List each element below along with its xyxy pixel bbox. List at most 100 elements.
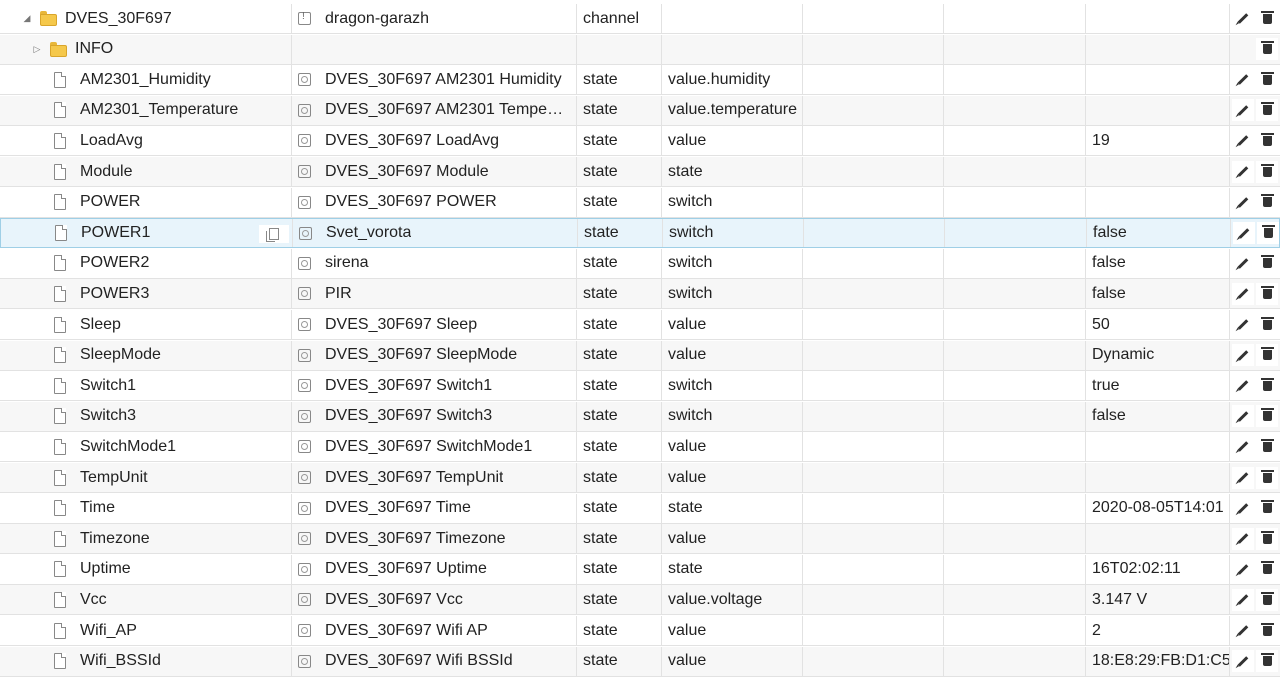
table-row[interactable]: TempUnit DVES_30F697 TempUnit state value (0, 463, 1280, 493)
delete-button[interactable] (1256, 650, 1278, 673)
title-cell (292, 34, 577, 64)
delete-button[interactable] (1256, 466, 1278, 489)
table-row[interactable]: AM2301_Humidity DVES_30F697 AM2301 Humidi… (0, 65, 1280, 96)
table-row[interactable]: SwitchMode1 DVES_30F697 SwitchMode1 state v… (0, 432, 1280, 463)
delete-button[interactable] (1256, 619, 1278, 642)
edit-button[interactable] (1232, 252, 1254, 275)
delete-button[interactable] (1256, 282, 1278, 305)
delete-button[interactable] (1256, 435, 1278, 458)
table-row[interactable]: Switch3 DVES_30F697 Switch3 state switch fal… (0, 401, 1280, 432)
table-row[interactable]: POWER3 PIR state switch false (0, 279, 1280, 310)
object-name: POWER3 (80, 284, 150, 302)
copy-icon[interactable] (259, 225, 289, 244)
edit-button[interactable] (1232, 619, 1254, 642)
edit-button[interactable] (1232, 282, 1254, 305)
role-cell-text: value (668, 131, 707, 149)
room-cell (803, 126, 944, 156)
value-cell (1086, 432, 1230, 462)
delete-button[interactable] (1256, 527, 1278, 550)
table-row[interactable]: Module DVES_30F697 Module state state (0, 157, 1280, 187)
object-title: DVES_30F697 Timezone (325, 529, 506, 547)
delete-button[interactable] (1256, 191, 1278, 214)
pencil-icon (1237, 380, 1249, 391)
room-cell (803, 65, 944, 95)
edit-button[interactable] (1232, 129, 1254, 152)
file-icon (54, 132, 66, 149)
type-cell (577, 34, 662, 64)
edit-button[interactable] (1232, 650, 1254, 673)
function-cell (944, 493, 1086, 523)
delete-button[interactable] (1256, 405, 1278, 428)
table-row[interactable]: Wifi_BSSId DVES_30F697 Wifi BSSId state val… (0, 646, 1280, 677)
edit-button[interactable] (1232, 558, 1254, 581)
delete-button[interactable] (1256, 99, 1278, 122)
delete-button[interactable] (1256, 588, 1278, 611)
edit-button[interactable] (1232, 435, 1254, 458)
actions-cell (1230, 524, 1280, 553)
table-row[interactable]: ▷ INFO (0, 34, 1280, 65)
type-cell-text: state (583, 590, 618, 608)
edit-button[interactable] (1232, 7, 1254, 30)
function-cell (944, 279, 1086, 309)
edit-button[interactable] (1232, 191, 1254, 214)
type-cell: state (577, 401, 662, 431)
table-row[interactable]: ◢ DVES_30F697 dragon-garazh channel (0, 4, 1280, 34)
table-row[interactable]: LoadAvg DVES_30F697 LoadAvg state value 19 (0, 126, 1280, 157)
delete-button[interactable] (1256, 38, 1278, 61)
value-cell (1086, 4, 1230, 33)
function-cell (944, 432, 1086, 462)
delete-button[interactable] (1256, 344, 1278, 367)
edit-button[interactable] (1232, 344, 1254, 367)
delete-button[interactable] (1256, 497, 1278, 520)
file-icon (55, 225, 67, 242)
name-cell: SleepMode (0, 340, 292, 370)
delete-button[interactable] (1256, 129, 1278, 152)
value-cell: false (1086, 248, 1230, 278)
table-row[interactable]: Uptime DVES_30F697 Uptime state state 16T02:… (0, 554, 1280, 585)
table-row[interactable]: Vcc DVES_30F697 Vcc state value.voltage 3.14… (0, 585, 1280, 616)
value-cell: true (1086, 371, 1230, 401)
role-cell: value.humidity (662, 65, 803, 95)
edit-button[interactable] (1233, 222, 1255, 245)
delete-button[interactable] (1256, 313, 1278, 336)
collapse-toggle-icon[interactable]: ◢ (20, 13, 34, 24)
expand-toggle-icon[interactable]: ▷ (30, 44, 44, 55)
table-row[interactable]: Time DVES_30F697 Time state state 2020-08-05… (0, 493, 1280, 524)
role-cell-text: switch (668, 376, 713, 394)
delete-button[interactable] (1256, 374, 1278, 397)
table-row[interactable]: POWER DVES_30F697 POWER state switch (0, 187, 1280, 218)
table-row[interactable]: SleepMode DVES_30F697 SleepMode state value… (0, 340, 1280, 371)
pencil-icon (1237, 74, 1249, 85)
table-row[interactable]: POWER1 Svet_vorota state switch false (0, 218, 1280, 249)
edit-button[interactable] (1232, 466, 1254, 489)
edit-button[interactable] (1232, 374, 1254, 397)
edit-button[interactable] (1232, 497, 1254, 520)
type-cell: state (577, 616, 662, 645)
pencil-icon (1237, 441, 1249, 453)
delete-button[interactable] (1256, 7, 1278, 30)
edit-button[interactable] (1232, 99, 1254, 122)
delete-button[interactable] (1256, 558, 1278, 581)
edit-button[interactable] (1232, 313, 1254, 336)
table-row[interactable]: Wifi_AP DVES_30F697 Wifi AP state value 2 (0, 616, 1280, 646)
table-row[interactable]: Switch1 DVES_30F697 Switch1 state switch tru… (0, 371, 1280, 402)
value-cell-text: 2020-08-05T14:01 (1092, 499, 1224, 517)
table-row[interactable]: Timezone DVES_30F697 Timezone state value (0, 524, 1280, 555)
object-name: INFO (75, 40, 114, 58)
file-icon (54, 438, 66, 455)
edit-button[interactable] (1232, 405, 1254, 428)
object-name: LoadAvg (80, 131, 143, 149)
edit-button[interactable] (1232, 68, 1254, 91)
role-cell: value (662, 432, 803, 462)
delete-button[interactable] (1256, 252, 1278, 275)
trash-icon (1260, 255, 1274, 269)
edit-button[interactable] (1232, 527, 1254, 550)
table-row[interactable]: POWER2 sirena state switch false (0, 248, 1280, 279)
table-row[interactable]: AM2301_Temperature DVES_30F697 AM2301 Tem… (0, 95, 1280, 126)
edit-button[interactable] (1232, 588, 1254, 611)
delete-button[interactable] (1257, 222, 1279, 245)
edit-button[interactable] (1232, 160, 1254, 183)
table-row[interactable]: Sleep DVES_30F697 Sleep state value 50 (0, 310, 1280, 340)
delete-button[interactable] (1256, 68, 1278, 91)
delete-button[interactable] (1256, 160, 1278, 183)
